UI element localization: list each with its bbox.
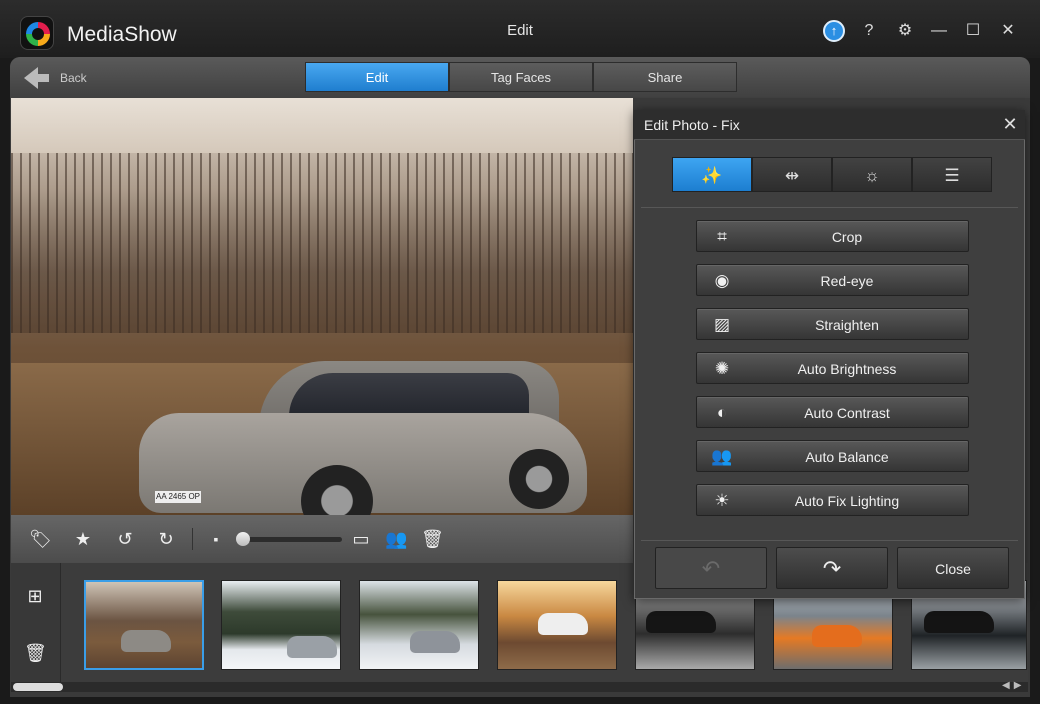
thumbnail[interactable] (359, 580, 479, 670)
red-eye-label: Red-eye (820, 273, 874, 289)
dialog-close-button[interactable]: ✕ (1000, 114, 1020, 134)
tab-tag-faces[interactable]: Tag Faces (449, 62, 593, 92)
thumb-car (410, 631, 460, 653)
close-window-button[interactable]: ✕ (997, 20, 1019, 42)
zoom-slider-thumb[interactable] (236, 532, 250, 546)
rotate-left-icon[interactable]: ↺ (114, 528, 136, 550)
thumb-car (812, 625, 862, 647)
mode-tabs: Edit Tag Faces Share (305, 62, 737, 92)
thumb-car (121, 630, 171, 652)
effects-icon[interactable]: ☼ (832, 157, 912, 192)
thumb-car (646, 611, 716, 633)
back-label: Back (60, 71, 87, 85)
app-name: MediaShow (67, 23, 177, 46)
dialog-divider (641, 207, 1018, 208)
scroll-arrows[interactable]: ◀▶ (1002, 680, 1025, 691)
thumbnail[interactable] (497, 580, 617, 670)
photo-car: AA 2465 OP (139, 353, 587, 515)
photo-trees (11, 153, 633, 333)
small-thumb-icon[interactable]: ▪ (205, 528, 227, 550)
large-view-icon[interactable]: ▭ (350, 528, 372, 550)
fix-wand-icon[interactable]: ✨ (672, 157, 752, 192)
minimize-button[interactable]: — (928, 20, 950, 42)
redo-button[interactable]: ↷ (776, 547, 888, 589)
auto-contrast-label: Auto Contrast (804, 405, 890, 421)
window-title: Edit (507, 22, 533, 39)
photo-preview[interactable]: AA 2465 OP (11, 98, 633, 515)
dialog-title: Edit Photo - Fix (644, 117, 740, 133)
car-wheel (509, 449, 569, 509)
license-plate: AA 2465 OP (155, 491, 201, 503)
tag-icon[interactable]: 🏷 (29, 528, 52, 550)
auto-brightness-button[interactable]: ✺ Auto Brightness (696, 352, 969, 384)
auto-contrast-button[interactable]: ◐ Auto Contrast (696, 396, 969, 428)
back-button[interactable]: Back (24, 67, 87, 89)
auto-balance-label: Auto Balance (805, 449, 889, 465)
crop-label: Crop (831, 229, 863, 245)
filmstrip-scrollbar[interactable] (11, 682, 1028, 692)
auto-brightness-label: Auto Brightness (797, 361, 897, 377)
straighten-label: Straighten (815, 317, 879, 333)
star-icon[interactable]: ★ (72, 528, 94, 550)
help-button[interactable]: ? (858, 20, 880, 42)
red-eye-button[interactable]: ◉ Red-eye (696, 264, 969, 296)
upload-arrow-icon[interactable]: ↑ (823, 20, 845, 42)
auto-fix-lighting-button[interactable]: ☀ Auto Fix Lighting (696, 484, 969, 516)
rotate-right-icon[interactable]: ↻ (155, 528, 177, 550)
back-arrow-icon (24, 67, 49, 89)
auto-balance-button[interactable]: 👥 Auto Balance (696, 440, 969, 472)
logo-ring (26, 22, 50, 46)
thumb-car (287, 636, 337, 658)
trash-icon[interactable]: 🗑 (421, 528, 444, 550)
adjust-icon[interactable]: ⇹ (752, 157, 832, 192)
zoom-slider[interactable] (236, 537, 342, 542)
undo-button[interactable]: ↶ (655, 547, 767, 589)
close-button[interactable]: Close (897, 547, 1009, 589)
tab-share[interactable]: Share (593, 62, 737, 92)
crop-button[interactable]: ⌗ Crop (696, 220, 969, 252)
filmstrip-actions (11, 563, 61, 683)
toolbar-divider (192, 528, 193, 550)
auto-fix-lighting-label: Auto Fix Lighting (794, 493, 900, 509)
people-icon[interactable]: 👥 (385, 528, 407, 550)
thumb-car (924, 611, 994, 633)
scrollbar-thumb[interactable] (13, 683, 63, 691)
dialog-footer-divider (641, 540, 1018, 541)
maximize-button[interactable]: ☐ (962, 20, 984, 42)
trash-icon[interactable]: 🗑 (24, 642, 47, 664)
gear-icon[interactable]: ⚙ (894, 20, 916, 42)
straighten-button[interactable]: ▨ Straighten (696, 308, 969, 340)
checklist-icon[interactable]: ☰ (912, 157, 992, 192)
add-photo-icon[interactable]: ⊞ (24, 585, 46, 607)
fix-mode-tabs: ✨ ⇹ ☼ ☰ (672, 157, 992, 192)
tab-edit[interactable]: Edit (305, 62, 449, 92)
thumbnail[interactable] (84, 580, 204, 670)
thumbnail[interactable] (221, 580, 341, 670)
thumb-car (538, 613, 588, 635)
app-logo (20, 16, 54, 50)
